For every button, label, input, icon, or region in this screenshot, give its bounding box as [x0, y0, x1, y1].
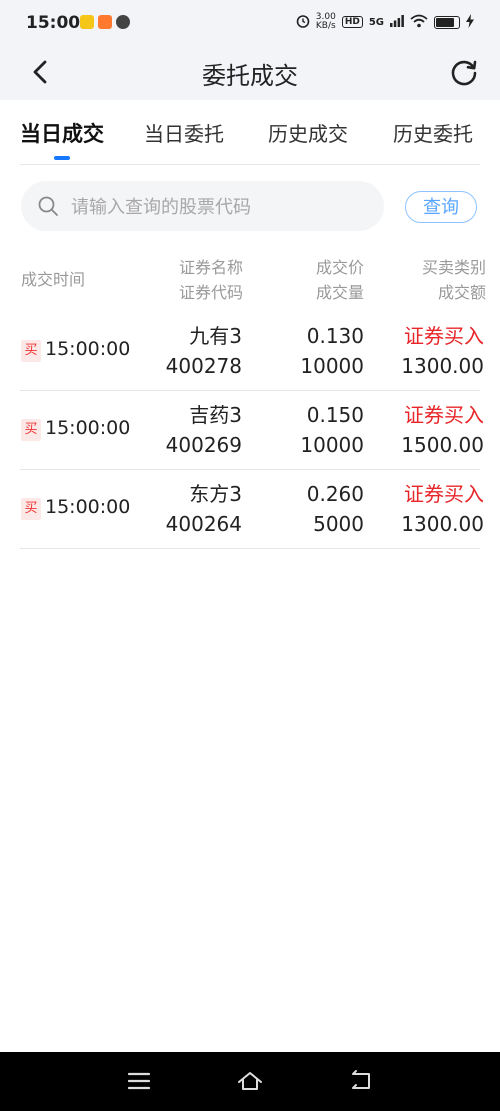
price-volume-cell: 0.130 10000: [300, 321, 364, 381]
col-header-volume: 成交量: [315, 283, 364, 302]
col-header-type-amount: 买卖类别 成交额: [422, 255, 486, 305]
buy-badge: 买: [21, 419, 41, 441]
col-header-amount: 成交额: [437, 283, 486, 302]
trade-price: 0.130: [306, 324, 364, 348]
col-header-code: 证券代码: [178, 283, 243, 302]
table-row[interactable]: 买 15:00:00 吉药3 400269 0.150 10000 证券买入 1…: [20, 391, 484, 470]
col-header-name-code: 证券名称 证券代码: [179, 255, 243, 305]
trade-volume: 10000: [300, 433, 364, 457]
col-header-price: 成交价: [315, 258, 364, 277]
page-title: 委托成交: [202, 62, 298, 90]
trade-time: 15:00:00: [45, 496, 131, 518]
status-right: 3.00 KB/s HD 5G: [296, 13, 474, 31]
security-code: 400269: [165, 433, 242, 457]
refresh-button[interactable]: [446, 54, 482, 90]
tab-history-orders[interactable]: 历史委托: [393, 118, 473, 147]
wifi-icon: [410, 14, 428, 31]
table-row[interactable]: 买 15:00:00 东方3 400264 0.260 5000 证券买入 13…: [20, 470, 484, 549]
price-volume-cell: 0.260 5000: [307, 479, 364, 539]
tab-today-trades[interactable]: 当日成交: [20, 118, 104, 148]
battery-icon: [434, 15, 460, 29]
security-cell: 吉药3 400269: [166, 400, 242, 460]
buy-badge: 买: [21, 498, 41, 520]
security-name: 九有3: [189, 324, 242, 348]
alarm-icon: [296, 14, 310, 31]
trade-volume: 10000: [300, 354, 364, 378]
video-app-icon: [98, 15, 112, 29]
network-speed-unit: KB/s: [315, 21, 336, 31]
col-header-time: 成交时间: [21, 270, 86, 289]
col-header-type: 买卖类别: [421, 258, 486, 277]
search-icon: [38, 196, 58, 216]
back-icon[interactable]: [348, 1068, 374, 1094]
active-tab-indicator: [54, 156, 70, 160]
security-code: 400264: [165, 512, 242, 536]
price-volume-cell: 0.150 10000: [300, 400, 364, 460]
page-header: 委托成交: [0, 50, 500, 100]
hd-badge: HD: [341, 16, 363, 28]
notification-icons: [80, 15, 130, 29]
security-name: 东方3: [189, 482, 242, 506]
security-cell: 九有3 400278: [166, 321, 242, 381]
trade-price: 0.260: [306, 482, 364, 506]
charging-icon: [466, 13, 474, 31]
trade-time: 15:00:00: [45, 338, 131, 360]
tab-today-orders[interactable]: 当日委托: [144, 118, 224, 147]
trade-type: 证券买入: [404, 324, 484, 348]
security-code: 400278: [165, 354, 242, 378]
type-amount-cell: 证券买入 1500.00: [401, 400, 484, 460]
trade-amount: 1500.00: [401, 433, 484, 457]
tabs-divider: [20, 164, 480, 165]
app-notification-icon: [80, 15, 94, 29]
trade-amount: 1300.00: [401, 354, 484, 378]
signal-bars-icon: [390, 14, 404, 30]
trade-time: 15:00:00: [45, 417, 131, 439]
search-input[interactable]: [69, 191, 373, 223]
type-amount-cell: 证券买入 1300.00: [401, 479, 484, 539]
col-header-name: 证券名称: [178, 258, 243, 277]
signal-label: 5G: [368, 16, 384, 28]
system-nav-bar: [0, 1052, 500, 1111]
trade-amount: 1300.00: [401, 512, 484, 536]
query-button[interactable]: 查询: [405, 191, 477, 223]
trade-type: 证券买入: [404, 482, 484, 506]
security-cell: 东方3 400264: [166, 479, 242, 539]
message-icon: [116, 15, 130, 29]
security-name: 吉药3: [189, 403, 242, 427]
network-speed: 3.00 KB/s: [316, 13, 336, 31]
home-icon[interactable]: [237, 1068, 263, 1094]
table-row[interactable]: 买 15:00:00 九有3 400278 0.130 10000 证券买入 1…: [20, 312, 484, 391]
trade-price: 0.150: [306, 403, 364, 427]
type-amount-cell: 证券买入 1300.00: [401, 321, 484, 381]
tab-history-trades[interactable]: 历史成交: [268, 118, 348, 147]
status-bar: 15:00 3.00 KB/s HD 5G: [0, 0, 500, 50]
col-header-price-volume: 成交价 成交量: [316, 255, 364, 305]
tab-bar: 当日成交 当日委托 历史成交 历史委托: [0, 100, 500, 164]
trade-type: 证券买入: [404, 403, 484, 427]
menu-icon[interactable]: [126, 1068, 152, 1094]
search-box: [21, 181, 384, 231]
buy-badge: 买: [21, 340, 41, 362]
trade-volume: 5000: [313, 512, 364, 536]
status-time: 15:00: [26, 13, 81, 33]
refresh-icon: [451, 60, 477, 86]
